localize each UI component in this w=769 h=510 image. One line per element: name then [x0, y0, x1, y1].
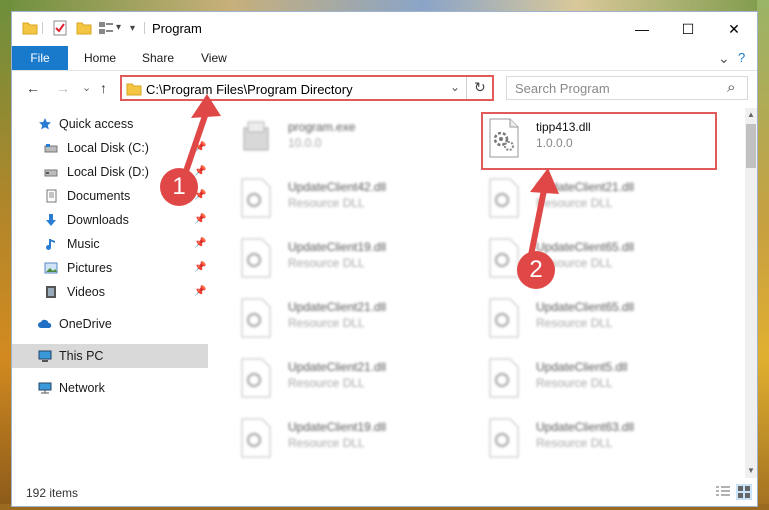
- annotation-arrows: [180, 94, 559, 263]
- step-badge-1: 1: [160, 168, 198, 206]
- step-badge-2: 2: [517, 251, 555, 289]
